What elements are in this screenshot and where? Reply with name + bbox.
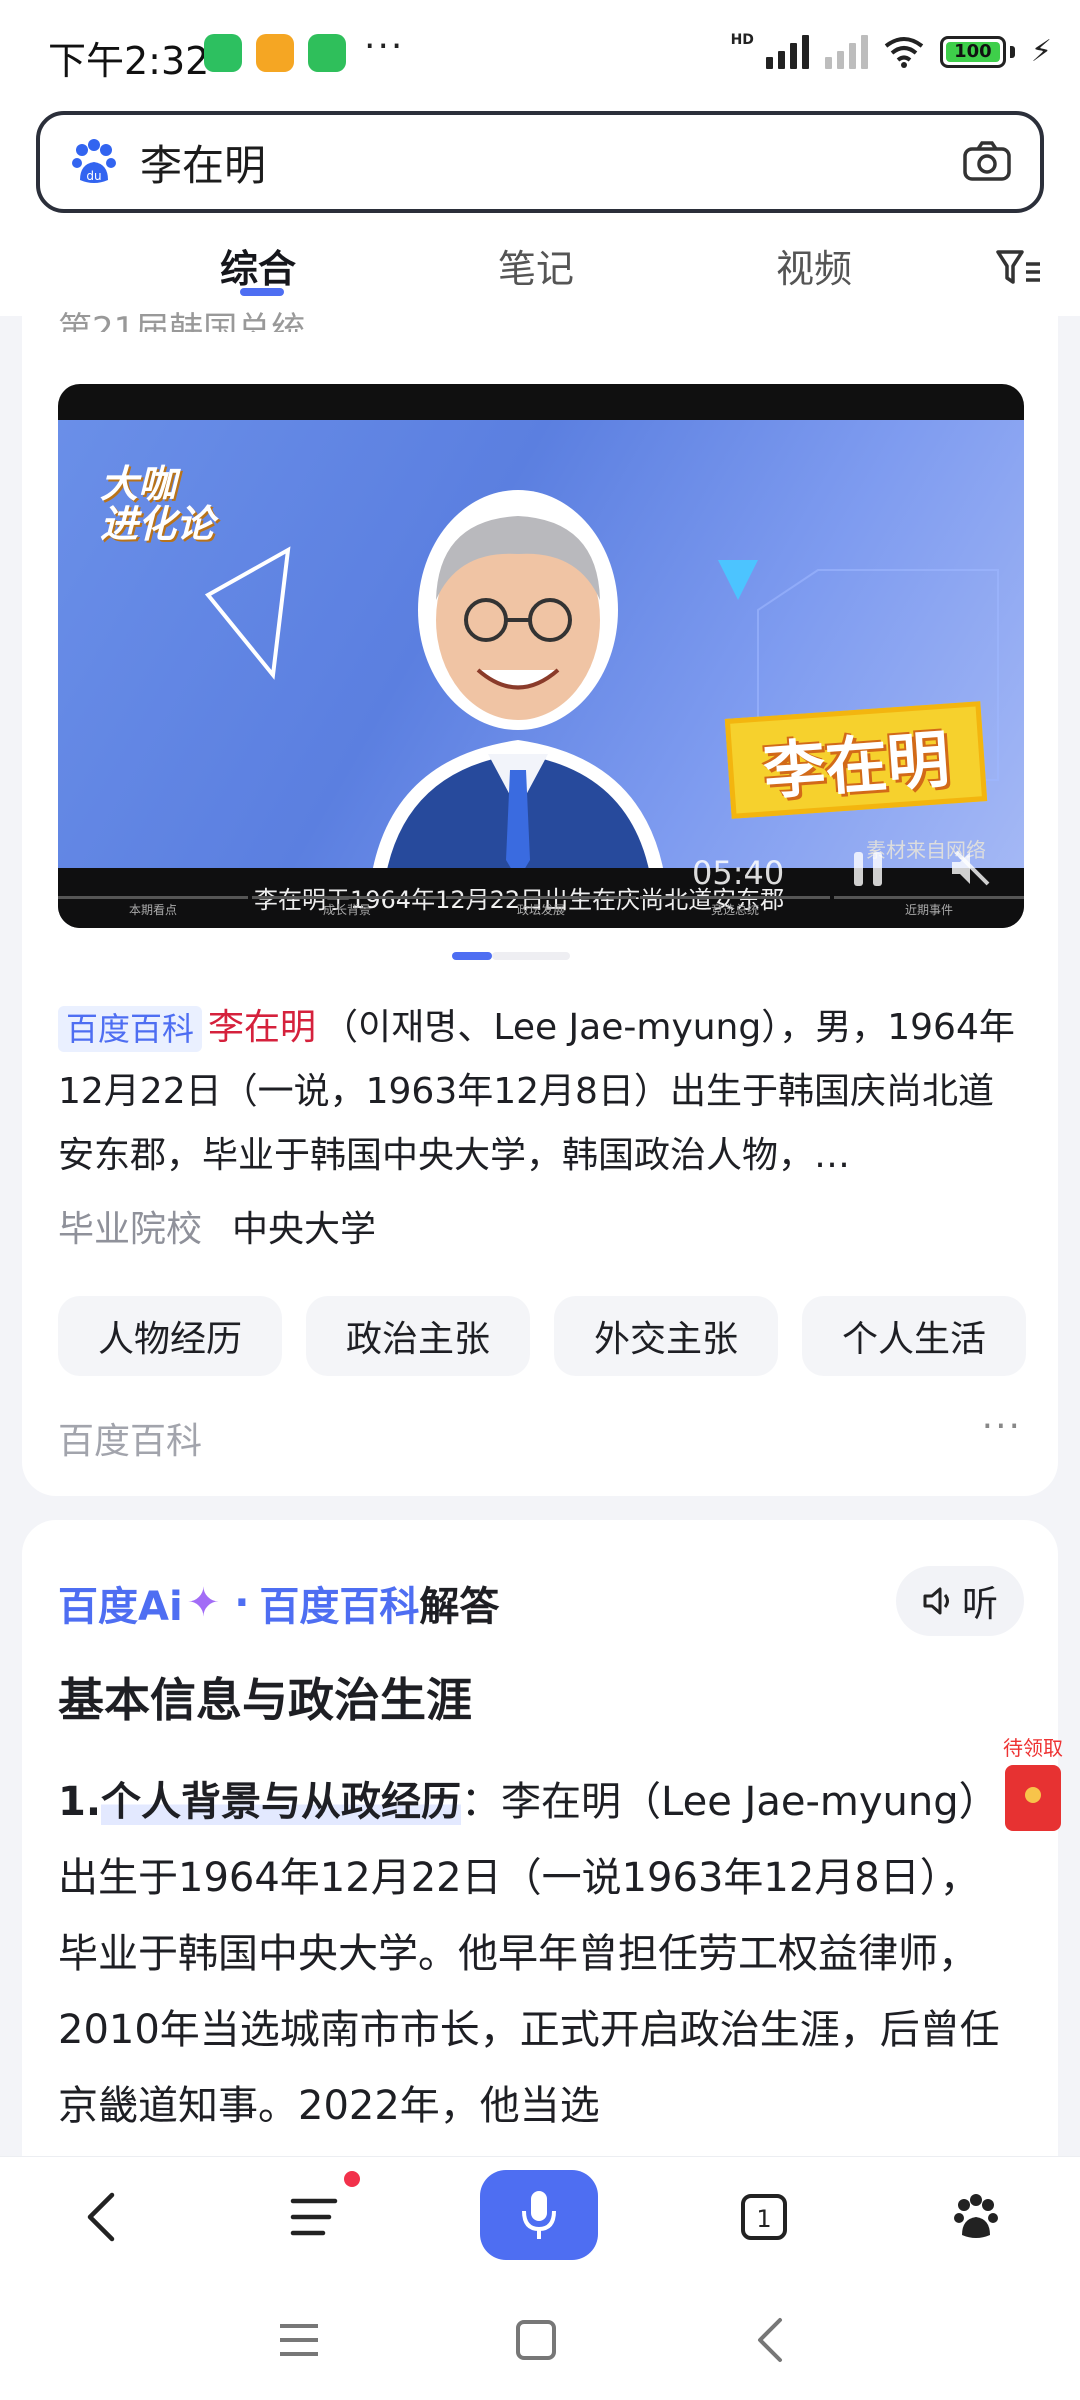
back-arrow-icon (87, 2192, 115, 2242)
tab-notes[interactable]: 笔记 (498, 238, 574, 293)
chip-personal-life[interactable]: 个人生活 (802, 1296, 1026, 1376)
more-options-icon[interactable]: ··· (982, 1406, 1022, 1447)
wechat-icon (204, 34, 242, 72)
ai-answer-label: 解答 (419, 1584, 500, 1630)
search-header: du 李在明 综合 笔记 视频 (0, 108, 1080, 316)
tabs-button[interactable]: 1 (724, 2177, 804, 2257)
more-notifications-icon: ··· (364, 26, 405, 67)
menu-button[interactable] (274, 2177, 354, 2257)
notification-dot (344, 2171, 360, 2187)
video-frame: 大咖 进化论 李在明 (58, 420, 1024, 904)
menu-icon (290, 2198, 338, 2236)
wifi-icon (884, 36, 924, 68)
listen-label: 听 (961, 1584, 998, 1625)
person-name: 李在明 (208, 1007, 317, 1048)
system-back-icon[interactable] (752, 2316, 786, 2364)
show-logo: 大咖 进化论 (100, 462, 215, 546)
svg-text:du: du (86, 169, 101, 183)
signal-weak-icon (824, 34, 868, 69)
ai-answer-header: 百度Ai ✦ · 百度百科 解答 (58, 1574, 499, 1632)
red-packet-widget[interactable]: 待领取 (1000, 1732, 1066, 1831)
signal-icon (765, 34, 809, 69)
school-value[interactable]: 中央大学 (232, 1209, 376, 1250)
ai-source: 百度百科 (259, 1584, 420, 1630)
status-time: 下午2:32 (48, 39, 210, 83)
camera-icon[interactable] (962, 140, 1012, 182)
status-app-icons (204, 34, 346, 72)
highlight-heading[interactable]: 个人背景与从政经历 (101, 1779, 462, 1825)
battery-icon: 100 (939, 35, 1006, 68)
chapter-item[interactable]: 近期事件 (834, 896, 1024, 920)
ai-answer-title: 基本信息与政治生涯 (58, 1673, 472, 1727)
card-subtitle: 第21届韩国总统 (58, 310, 306, 332)
red-packet-icon (1005, 1765, 1061, 1831)
tabs-icon: 1 (741, 2194, 787, 2240)
bottom-nav: 1 (0, 2156, 1080, 2276)
listen-button[interactable]: 听 (896, 1566, 1024, 1636)
pause-icon[interactable] (852, 850, 884, 888)
baidu-home-button[interactable] (936, 2177, 1016, 2257)
red-packet-label: 待领取 (1003, 1736, 1063, 1760)
microphone-icon (522, 2191, 556, 2239)
hd-icon: HD (730, 31, 754, 48)
baidu-paw-icon (954, 2194, 998, 2238)
ai-answer-text: ：李在明（Lee Jae-myung）出生于1964年12月22日（一说1963… (58, 1779, 1000, 2129)
status-bar: 下午2:32 ··· HD 100 ⚡ (0, 0, 1080, 108)
status-indicators: HD 100 ⚡ (730, 31, 1052, 70)
chapter-item[interactable]: 竞选总统 (640, 896, 830, 920)
baidu-paw-icon: du (72, 139, 116, 183)
voice-search-button[interactable] (480, 2170, 598, 2260)
person-illustration (368, 490, 668, 904)
ai-brand: 百度Ai (58, 1584, 183, 1630)
source-label[interactable]: 百度百科 (58, 1412, 202, 1464)
speaker-icon (923, 1587, 949, 1615)
separator-dot: · (234, 1580, 250, 1626)
chip-politics[interactable]: 政治主张 (306, 1296, 530, 1376)
battery-tip (1009, 45, 1015, 58)
carousel-dot-rest (492, 952, 570, 960)
tab-comprehensive[interactable]: 综合 (220, 238, 296, 293)
svg-text:1: 1 (756, 2205, 771, 2233)
baike-result-card: 第21届韩国总统 大咖 进化论 李在明 05:40 素材来自网络 李在明于196… (22, 310, 1058, 1496)
back-button[interactable] (62, 2177, 142, 2257)
result-tabs: 综合 笔记 视频 (0, 238, 1080, 308)
ai-answer-body: 1.个人背景与从政经历：李在明（Lee Jae-myung）出生于1964年12… (58, 1764, 1014, 2144)
filter-icon[interactable] (996, 248, 1042, 288)
sparkle-icon: ✦ (186, 1580, 221, 1626)
search-input[interactable]: 李在明 (140, 132, 266, 193)
charging-icon: ⚡ (1030, 34, 1052, 69)
active-tab-indicator (240, 288, 284, 296)
chip-diplomacy[interactable]: 外交主张 (554, 1296, 778, 1376)
carousel-dot-active (452, 952, 492, 960)
home-icon[interactable] (514, 2318, 558, 2362)
recent-apps-icon[interactable] (276, 2320, 322, 2360)
tab-videos[interactable]: 视频 (776, 238, 852, 293)
search-box[interactable]: du 李在明 (36, 111, 1044, 213)
chapter-item[interactable]: 成长背景 (252, 896, 442, 920)
chapter-item[interactable]: 本期看点 (58, 896, 248, 920)
video-chapters: 本期看点 成长背景 政坛发展 竞选总统 近期事件 (58, 896, 1024, 920)
school-label: 毕业院校 (58, 1209, 203, 1250)
chip-career[interactable]: 人物经历 (58, 1296, 282, 1376)
security-app-icon (308, 34, 346, 72)
baike-badge: 百度百科 (58, 1006, 203, 1052)
system-nav-bar (0, 2276, 1080, 2400)
mute-icon[interactable] (948, 848, 992, 888)
baike-description[interactable]: 百度百科 李在明 （이재명、Lee Jae-myung），男，1964年12月22日… (58, 996, 1024, 1188)
notes-app-icon (256, 34, 294, 72)
chapter-item[interactable]: 政坛发展 (446, 896, 636, 920)
video-player[interactable]: 大咖 进化论 李在明 05:40 素材来自网络 李在明于1964年12月22日出… (58, 384, 1024, 928)
list-number: 1. (58, 1779, 102, 1825)
school-row: 毕业院校 中央大学 (58, 1200, 376, 1252)
battery-level: 100 (945, 41, 1000, 62)
topic-chips: 人物经历 政治主张 外交主张 个人生活 (58, 1296, 1026, 1376)
name-banner: 李在明 (724, 701, 988, 819)
carousel-indicator (452, 952, 570, 960)
